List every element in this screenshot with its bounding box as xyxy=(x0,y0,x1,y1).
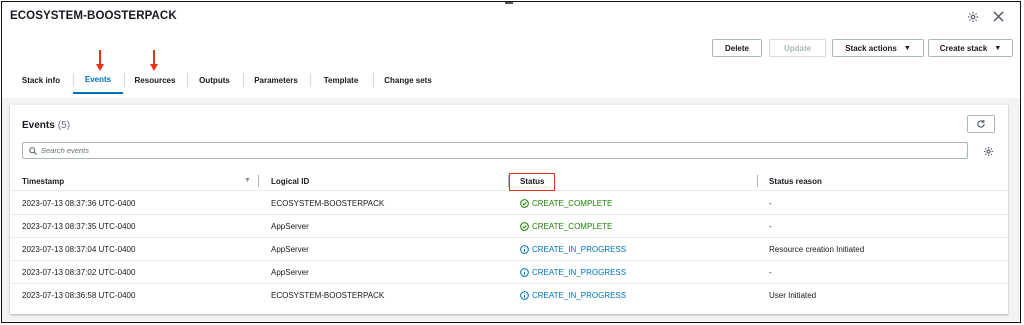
page-title: ECOSYSTEM-BOOSTERPACK xyxy=(10,10,177,22)
tab-stack-info[interactable]: Stack info xyxy=(10,66,72,94)
gear-icon[interactable] xyxy=(980,143,996,159)
search-icon xyxy=(29,146,37,155)
cell-logical-id: ECOSYSTEM-BOOSTERPACK xyxy=(271,291,385,300)
status-indicator: CREATE_COMPLETE xyxy=(520,199,612,208)
status-text: CREATE_IN_PROGRESS xyxy=(532,245,627,254)
table-row[interactable]: 2023-07-13 08:37:36 UTC-0400 ECOSYSTEM-B… xyxy=(10,192,1008,215)
stack-tabs: Stack info Events Resources Outputs Para… xyxy=(10,66,450,96)
status-indicator: CREATE_IN_PROGRESS xyxy=(520,245,626,254)
tab-change-sets[interactable]: Change sets xyxy=(373,66,443,94)
gear-icon[interactable] xyxy=(965,9,981,25)
resize-handle[interactable] xyxy=(505,2,513,4)
status-text: CREATE_IN_PROGRESS xyxy=(532,268,627,277)
info-circle-icon xyxy=(520,291,529,300)
search-input[interactable] xyxy=(41,146,941,155)
table-row[interactable]: 2023-07-13 08:37:02 UTC-0400 AppServer C… xyxy=(10,261,1008,284)
stack-actions-button[interactable]: Stack actions ▼ xyxy=(832,39,924,57)
caret-down-icon: ▼ xyxy=(994,44,1002,52)
table-row[interactable]: 2023-07-13 08:37:35 UTC-0400 AppServer C… xyxy=(10,215,1008,238)
update-button[interactable]: Update xyxy=(769,39,826,57)
tab-outputs[interactable]: Outputs xyxy=(187,66,242,94)
status-text: CREATE_IN_PROGRESS xyxy=(532,291,627,300)
cell-timestamp: 2023-07-13 08:37:04 UTC-0400 xyxy=(22,245,136,254)
annotation-arrow-resources xyxy=(148,50,160,72)
cell-logical-id: AppServer xyxy=(271,268,309,277)
delete-button[interactable]: Delete xyxy=(712,39,762,57)
cell-status: CREATE_COMPLETE xyxy=(520,192,612,215)
cell-status-reason: - xyxy=(769,268,772,277)
cell-status-reason: User Initiated xyxy=(769,291,817,300)
cell-status-reason: - xyxy=(769,199,772,208)
events-panel: Events(5) Timestamp Logical ID Status St… xyxy=(10,104,1008,314)
events-count: (5) xyxy=(57,120,71,131)
check-circle-icon xyxy=(520,222,529,231)
refresh-button[interactable] xyxy=(967,115,995,133)
cell-status: CREATE_IN_PROGRESS xyxy=(520,261,626,284)
column-header-logical-id[interactable]: Logical ID xyxy=(271,171,309,191)
annotation-arrow-events xyxy=(94,50,106,72)
stack-actions-label: Stack actions xyxy=(845,43,897,53)
column-divider[interactable] xyxy=(757,175,758,187)
close-icon[interactable] xyxy=(990,8,1006,24)
create-stack-button[interactable]: Create stack ▼ xyxy=(928,39,1013,57)
search-box xyxy=(22,142,968,159)
cell-status-reason: - xyxy=(769,222,772,231)
cell-timestamp: 2023-07-13 08:36:58 UTC-0400 xyxy=(22,291,136,300)
tab-template[interactable]: Template xyxy=(310,66,372,94)
column-header-timestamp[interactable]: Timestamp xyxy=(22,171,64,191)
status-indicator: CREATE_COMPLETE xyxy=(520,222,612,231)
status-indicator: CREATE_IN_PROGRESS xyxy=(520,268,626,277)
cell-timestamp: 2023-07-13 08:37:36 UTC-0400 xyxy=(22,199,136,208)
cell-status: CREATE_COMPLETE xyxy=(520,215,612,238)
cell-logical-id: AppServer xyxy=(271,245,309,254)
cell-timestamp: 2023-07-13 08:37:35 UTC-0400 xyxy=(22,222,136,231)
check-circle-icon xyxy=(520,199,529,208)
column-divider[interactable] xyxy=(258,175,259,187)
cell-logical-id: ECOSYSTEM-BOOSTERPACK xyxy=(271,199,385,208)
sort-down-icon[interactable]: ▼ xyxy=(244,177,251,184)
annotation-highlight-status xyxy=(509,173,555,191)
table-row[interactable]: 2023-07-13 08:37:04 UTC-0400 AppServer C… xyxy=(10,238,1008,261)
info-circle-icon xyxy=(520,245,529,254)
cell-status: CREATE_IN_PROGRESS xyxy=(520,284,626,307)
cell-status-reason: Resource creation Initiated xyxy=(769,245,865,254)
status-text: CREATE_COMPLETE xyxy=(532,222,613,231)
stack-actions-toolbar: Delete Update Stack actions ▼ Create stac… xyxy=(712,39,1013,57)
cell-timestamp: 2023-07-13 08:37:02 UTC-0400 xyxy=(22,268,136,277)
column-header-status-reason[interactable]: Status reason xyxy=(769,171,822,191)
status-indicator: CREATE_IN_PROGRESS xyxy=(520,291,626,300)
events-header: Events (5) xyxy=(22,120,70,131)
create-stack-label: Create stack xyxy=(939,43,988,53)
tab-parameters[interactable]: Parameters xyxy=(243,66,309,94)
events-title: Events xyxy=(22,120,55,131)
cell-logical-id: AppServer xyxy=(271,222,309,231)
caret-down-icon: ▼ xyxy=(903,44,911,52)
cell-status: CREATE_IN_PROGRESS xyxy=(520,238,626,261)
refresh-icon xyxy=(977,119,985,128)
table-row[interactable]: 2023-07-13 08:36:58 UTC-0400 ECOSYSTEM-B… xyxy=(10,284,1008,307)
status-text: CREATE_COMPLETE xyxy=(532,199,613,208)
info-circle-icon xyxy=(520,268,529,277)
